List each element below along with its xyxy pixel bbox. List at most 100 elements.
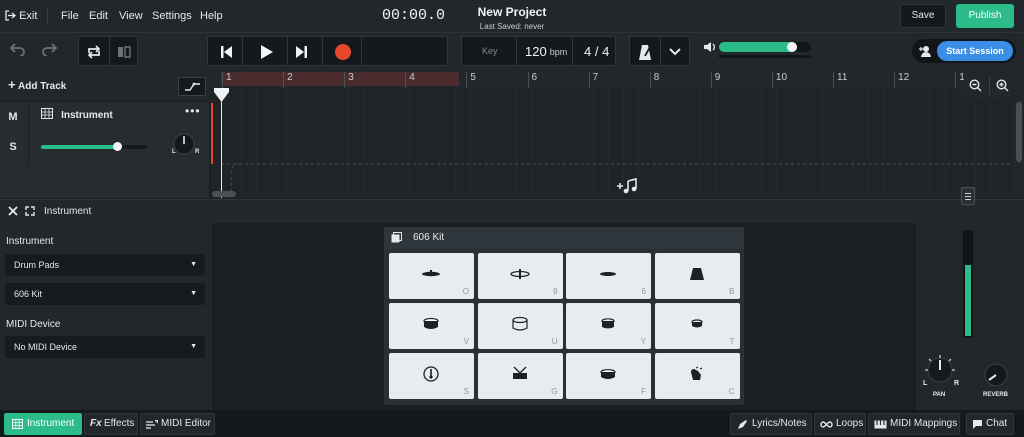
split-button[interactable]: [111, 40, 137, 64]
automation-button[interactable]: [178, 77, 206, 96]
loop-icon: [87, 45, 101, 59]
master-volume-slider[interactable]: [719, 42, 811, 52]
ruler-bar-line: [527, 72, 529, 88]
snare-drum-icon: [510, 366, 530, 382]
fx-icon: Fx: [90, 418, 102, 429]
mute-button[interactable]: M: [2, 103, 24, 131]
channel-fader[interactable]: [961, 187, 975, 206]
start-session-button[interactable]: Start Session: [937, 41, 1013, 61]
solo-button[interactable]: S: [2, 133, 24, 161]
keyboard-grid-icon: [41, 108, 53, 119]
tab-loops-label: Loops: [836, 418, 864, 429]
drum-pad[interactable]: T: [654, 303, 740, 349]
redo-button[interactable]: [40, 42, 58, 59]
metronome-icon: [639, 44, 651, 60]
metronome-options-button[interactable]: [662, 40, 688, 64]
close-icon[interactable]: [8, 206, 18, 216]
tab-midi-mappings[interactable]: MIDI Mappings: [868, 413, 960, 435]
publish-button[interactable]: Publish: [956, 4, 1014, 28]
skip-forward-icon: [296, 46, 307, 58]
metronome-button[interactable]: [632, 40, 658, 64]
mid-tom-icon: [598, 316, 618, 332]
transport-group: [207, 36, 448, 66]
tab-loops[interactable]: Loops: [814, 413, 866, 435]
drum-pad[interactable]: V: [389, 303, 474, 349]
instrument-panel-header: Instrument: [0, 199, 1024, 223]
caret-down-icon: ▼: [190, 261, 197, 268]
ruler-bar-line: [833, 72, 834, 88]
drum-pad[interactable]: G: [477, 353, 563, 399]
save-button[interactable]: Save: [900, 4, 946, 28]
kit-select[interactable]: 606 Kit ▼: [5, 283, 205, 305]
pen-icon: [738, 420, 747, 429]
chevron-down-icon: [669, 48, 681, 56]
instrument-type-select[interactable]: Drum Pads ▼: [5, 254, 205, 276]
add-track-button[interactable]: + Add Track: [8, 78, 66, 92]
loop-button[interactable]: [81, 40, 107, 64]
play-button[interactable]: [253, 40, 279, 64]
zoom-in-icon[interactable]: [996, 79, 1009, 92]
split-icon: [118, 46, 131, 58]
cowbell-icon: [687, 266, 707, 282]
instrument-panel-title: Instrument: [44, 206, 92, 217]
key-selector[interactable]: Key: [482, 46, 498, 56]
ruler-bar-label: 6: [531, 72, 538, 83]
playhead-handle[interactable]: [214, 88, 229, 102]
play-icon: [261, 45, 273, 59]
vertical-scrollbar[interactable]: [1016, 102, 1022, 162]
skip-back-button[interactable]: [213, 40, 239, 64]
tempo-control[interactable]: 120 bpm: [525, 37, 567, 65]
time-display: 00:00.0: [382, 7, 446, 24]
master-level-meter: [719, 55, 811, 58]
tab-midi-editor[interactable]: MIDI Editor: [140, 413, 215, 435]
zoom-out-icon[interactable]: [969, 79, 982, 92]
track-selection-marker: [211, 103, 213, 164]
add-midi-clip-icon[interactable]: [616, 178, 638, 194]
pan-knob[interactable]: [923, 353, 957, 387]
ruler-bar-label: 4: [409, 72, 415, 83]
project-title[interactable]: New Project: [0, 5, 1024, 19]
drum-pad[interactable]: C: [654, 353, 740, 399]
chat-icon: [973, 420, 982, 429]
zoom-controls: [964, 74, 1014, 98]
channel-mixer: L R PAN REVERB: [916, 187, 1024, 410]
undo-icon: [9, 43, 25, 57]
undo-button[interactable]: [9, 42, 27, 59]
drum-pad[interactable]: S: [389, 353, 474, 399]
midi-device-select[interactable]: No MIDI Device ▼: [5, 336, 205, 358]
drum-pad-key: 9: [553, 287, 558, 296]
reverb-knob[interactable]: [983, 362, 1009, 388]
record-button[interactable]: [330, 40, 356, 64]
drum-pad[interactable]: U: [477, 303, 563, 349]
window-icon: [391, 232, 402, 243]
master-volume-handle[interactable]: [787, 42, 798, 52]
tab-instrument[interactable]: Instrument: [4, 413, 82, 435]
ruler-bar-line: [344, 72, 346, 88]
tom-icon: [421, 316, 441, 332]
track-options-button[interactable]: •••: [185, 105, 201, 117]
ruler-bar-label: 11: [837, 72, 848, 83]
horizontal-scrollbar[interactable]: [212, 191, 236, 197]
drum-pad[interactable]: B: [654, 253, 740, 299]
tab-chat[interactable]: Chat: [966, 413, 1014, 435]
drum-pad[interactable]: 6: [566, 253, 651, 299]
tab-lyrics-label: Lyrics/Notes: [752, 418, 807, 429]
tab-lyrics-notes[interactable]: Lyrics/Notes: [730, 413, 812, 435]
drum-pad[interactable]: 9: [477, 253, 563, 299]
drum-pad[interactable]: F: [566, 353, 651, 399]
ruler-bar-label: 2: [287, 72, 293, 83]
add-track-bar: + Add Track: [0, 72, 210, 102]
expand-icon[interactable]: [25, 206, 35, 216]
timeline-grid[interactable]: [211, 88, 1014, 198]
track-volume-slider[interactable]: [41, 142, 147, 151]
loop-region[interactable]: [221, 72, 459, 86]
skip-forward-button[interactable]: [289, 40, 315, 64]
time-signature[interactable]: 4 / 4: [584, 44, 609, 59]
drum-pad[interactable]: Y: [566, 303, 651, 349]
hihat-icon: [598, 266, 618, 282]
drum-pad[interactable]: O: [389, 253, 474, 299]
tab-effects[interactable]: Fx Effects: [84, 413, 138, 435]
redo-icon: [42, 43, 58, 57]
tempo-group: Key 120 bpm 4 / 4: [461, 36, 616, 66]
track-name[interactable]: Instrument: [61, 110, 113, 121]
